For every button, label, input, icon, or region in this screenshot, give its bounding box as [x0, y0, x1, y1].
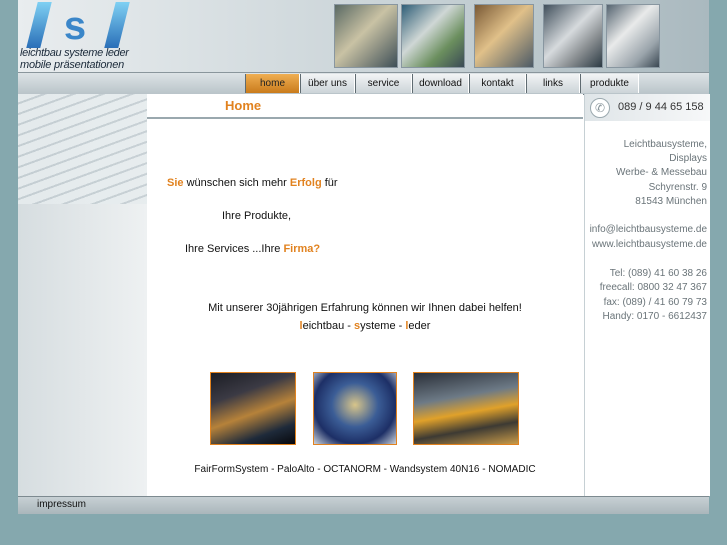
logo-tagline-2: mobile präsentationen — [20, 59, 125, 71]
exhibition-stand-photo-3 — [474, 4, 534, 68]
contact-tel: Tel: (089) 41 60 38 26 — [609, 268, 707, 279]
company-line-2: Displays — [669, 153, 707, 164]
phone-bar: ✆ 089 / 9 44 65 158 — [585, 94, 710, 121]
intro-line-2: Ihre Produkte, — [222, 210, 292, 222]
exhibition-stand-photo-2 — [401, 4, 465, 68]
logo-slash-left — [26, 2, 52, 48]
intro-text-c: Ihre Services ...Ihre — [185, 243, 284, 255]
highlight-firma: Firma? — [283, 243, 321, 255]
main-navigation: home über uns service download kontakt l… — [18, 72, 709, 95]
keyboard-image — [18, 94, 147, 204]
intro-text-b: für — [321, 177, 338, 189]
systems-list: FairFormSystem - PaloAlto - OCTANORM - W… — [194, 464, 536, 475]
intro-text-a: wünschen sich mehr — [183, 177, 290, 189]
contact-email-link[interactable]: info@leichtbausysteme.de — [590, 224, 707, 235]
product-photo-octanorm[interactable] — [413, 372, 519, 445]
brand-text-3: eder — [408, 320, 431, 332]
phone-number: 089 / 9 44 65 158 — [618, 101, 704, 113]
logo-letter-s: s — [63, 4, 87, 48]
brand-text-1: eichtbau - — [302, 320, 354, 332]
nav-produkte[interactable]: produkte — [580, 74, 639, 93]
intro-line-1: Sie wünschen sich mehr Erfolg für — [167, 177, 338, 189]
contact-sidebar: ✆ 089 / 9 44 65 158 Leichtbausysteme, Di… — [584, 94, 710, 496]
company-line-1: Leichtbausysteme, — [623, 139, 707, 150]
page-title: Home — [225, 98, 262, 113]
experience-text: Mit unserer 30jährigen Erfahrung können … — [208, 302, 522, 314]
company-line-3: Werbe- & Messebau — [616, 167, 707, 178]
nav-ueber-uns[interactable]: über uns — [300, 74, 355, 93]
logo-slash-right — [104, 2, 130, 48]
address-city: 81543 München — [635, 196, 707, 207]
product-photo-paloalto[interactable] — [313, 372, 397, 445]
product-photo-fairform[interactable] — [210, 372, 296, 445]
nav-links[interactable]: links — [526, 74, 580, 93]
intro-line-3: Ihre Services ...Ihre Firma? — [185, 243, 320, 255]
company-logo[interactable]: s — [22, 2, 130, 48]
contact-handy: Handy: 0170 - 6612437 — [602, 311, 707, 322]
page-container: s leichtbau systeme leder mobile präsent… — [18, 0, 710, 514]
brand-text-2: ysteme - — [360, 320, 406, 332]
exhibition-stand-photo-5 — [606, 4, 660, 68]
nav-download[interactable]: download — [412, 74, 469, 93]
highlight-erfolg: Erfolg — [289, 177, 322, 189]
address-street: Schyrenstr. 9 — [648, 182, 707, 193]
highlight-sie: Sie — [167, 177, 184, 189]
left-decorative-column — [18, 94, 147, 496]
contact-fax: fax: (089) / 41 60 79 73 — [603, 297, 707, 308]
exhibition-stand-photo-4 — [543, 4, 603, 68]
header-banner: s leichtbau systeme leder mobile präsent… — [18, 0, 709, 72]
page-heading-bar: Home — [147, 94, 583, 119]
exhibition-stand-photo-1 — [334, 4, 398, 68]
nav-service[interactable]: service — [355, 74, 412, 93]
contact-website-link[interactable]: www.leichtbausysteme.de — [592, 239, 707, 250]
contact-freecall: freecall: 0800 32 47 367 — [599, 282, 707, 293]
phone-icon: ✆ — [590, 98, 610, 118]
impressum-link[interactable]: impressum — [37, 499, 86, 510]
footer-bar: impressum — [18, 496, 709, 514]
brand-line: leichtbau - systeme - leder — [147, 320, 583, 332]
nav-kontakt[interactable]: kontakt — [469, 74, 526, 93]
logo-tagline-1: leichtbau systeme leder — [20, 47, 129, 59]
nav-home[interactable]: home — [245, 74, 300, 93]
